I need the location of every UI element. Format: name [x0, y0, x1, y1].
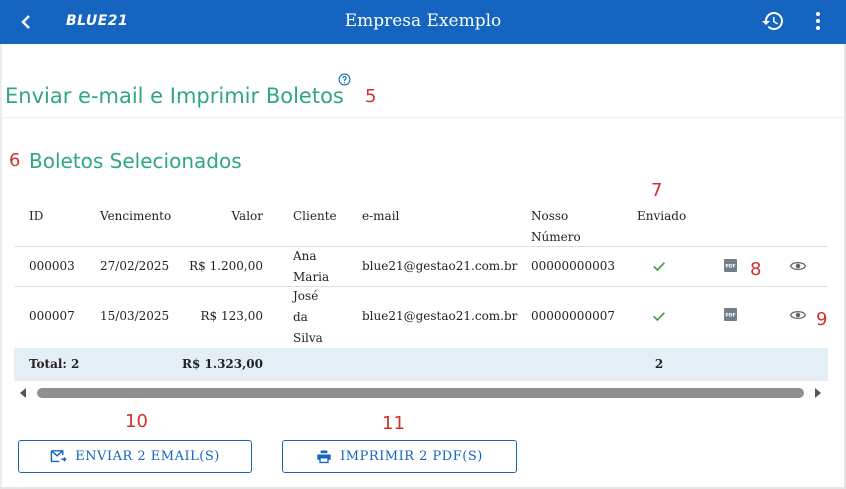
- cell-id: 000007: [29, 309, 75, 323]
- send-email-label: ENVIAR 2 EMAIL(S): [75, 449, 220, 464]
- svg-text:PDF: PDF: [725, 264, 735, 270]
- scroll-right-arrow[interactable]: [815, 388, 821, 398]
- cell-id: 000003: [29, 259, 75, 273]
- eye-icon[interactable]: [789, 257, 807, 275]
- column-header-id[interactable]: ID: [29, 206, 43, 227]
- svg-text:PDF: PDF: [725, 313, 735, 319]
- left-edge: [0, 44, 3, 489]
- top-app-bar: BLUE21 Empresa Exemplo: [0, 0, 846, 44]
- divider: [0, 117, 844, 118]
- cell-vencimento: 27/02/2025: [100, 259, 170, 273]
- total-valor: R$ 1.323,00: [182, 357, 263, 371]
- row-divider: [14, 286, 828, 287]
- send-email-button[interactable]: ENVIAR 2 EMAIL(S): [18, 440, 252, 473]
- horizontal-scrollbar[interactable]: [37, 388, 804, 398]
- print-pdf-label: IMPRIMIR 2 PDF(S): [340, 449, 483, 464]
- help-circle-icon[interactable]: [338, 73, 351, 86]
- eye-icon[interactable]: [789, 306, 807, 324]
- annotation-7: 7: [651, 180, 663, 201]
- section-title: Boletos Selecionados: [29, 149, 242, 173]
- cell-cliente: José da Silva: [293, 289, 323, 345]
- more-vert-icon[interactable]: [806, 9, 830, 33]
- check-icon: [653, 262, 665, 272]
- cell-valor: R$ 1.200,00: [189, 259, 263, 273]
- column-header-email[interactable]: e-mail: [362, 206, 399, 227]
- column-header-nosso-numero[interactable]: Nosso Número: [531, 206, 581, 248]
- total-enviado: 2: [654, 357, 664, 371]
- check-icon: [653, 312, 665, 322]
- column-header-vencimento[interactable]: Vencimento: [100, 206, 171, 227]
- column-header-valor[interactable]: Valor: [183, 206, 263, 227]
- column-header-cliente[interactable]: Cliente: [293, 206, 337, 227]
- history-icon[interactable]: [761, 9, 785, 33]
- annotation-11: 11: [382, 413, 405, 434]
- pdf-icon[interactable]: PDF: [724, 308, 737, 321]
- page-title: Enviar e-mail e Imprimir Boletos: [5, 84, 344, 108]
- totals-row: [14, 348, 828, 381]
- cell-nosso-numero: 00000000003: [531, 259, 615, 273]
- annotation-10: 10: [125, 411, 148, 432]
- app-logo[interactable]: BLUE21: [66, 13, 128, 29]
- cell-valor: R$ 123,00: [200, 309, 263, 323]
- pdf-icon[interactable]: PDF: [724, 259, 737, 272]
- cell-email: blue21@gestao21.com.br: [362, 309, 518, 323]
- scroll-left-arrow[interactable]: [20, 388, 26, 398]
- annotation-9: 9: [816, 309, 828, 330]
- cell-nosso-numero: 00000000007: [531, 309, 615, 323]
- print-pdf-button[interactable]: IMPRIMIR 2 PDF(S): [282, 440, 517, 473]
- chevron-left-icon[interactable]: [14, 10, 38, 34]
- cell-email: blue21@gestao21.com.br: [362, 259, 518, 273]
- annotation-8: 8: [750, 259, 762, 280]
- cell-cliente: Ana Maria: [293, 249, 330, 284]
- annotation-6: 6: [9, 150, 21, 171]
- column-header-enviado[interactable]: Enviado: [637, 206, 686, 227]
- row-divider: [14, 246, 828, 247]
- print-icon: [317, 450, 331, 464]
- email-send-icon: [50, 450, 67, 463]
- annotation-5: 5: [365, 86, 377, 107]
- cell-vencimento: 15/03/2025: [100, 309, 170, 323]
- company-title: Empresa Exemplo: [344, 11, 502, 31]
- total-count: Total: 2: [29, 357, 80, 371]
